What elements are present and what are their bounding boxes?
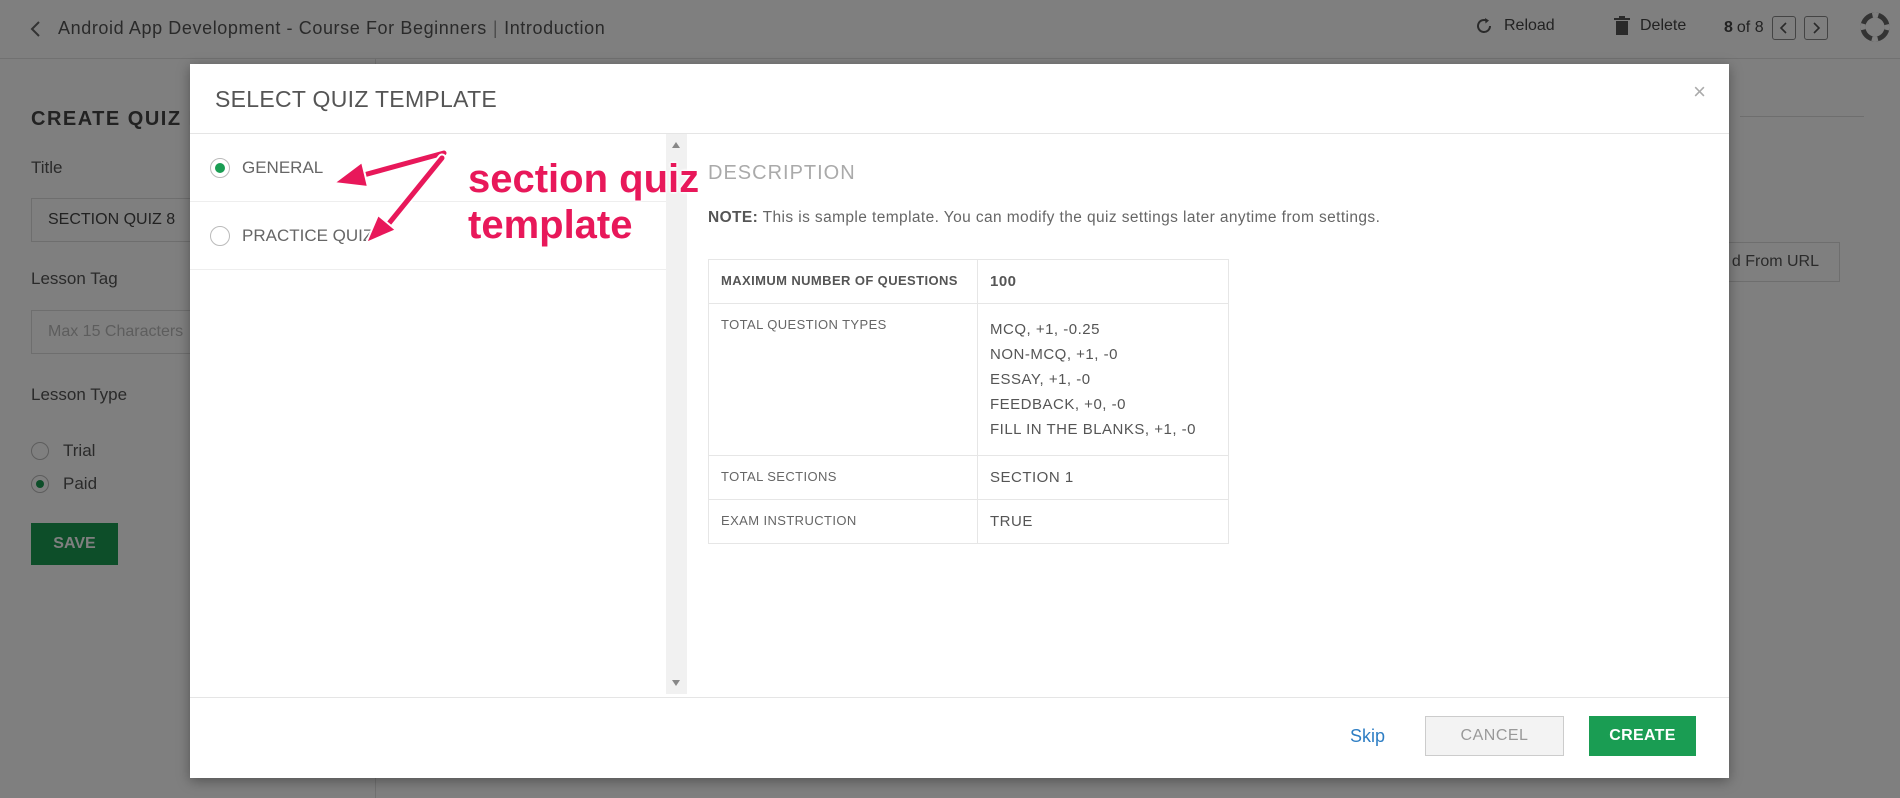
scroll-up-arrow-icon[interactable] <box>672 142 680 148</box>
setting-value: MCQ, +1, -0.25 NON-MCQ, +1, -0 ESSAY, +1… <box>977 303 1229 456</box>
scroll-down-arrow-icon[interactable] <box>672 680 680 686</box>
question-type-line: ESSAY, +1, -0 <box>990 371 1091 388</box>
cancel-button[interactable]: CANCEL <box>1425 716 1564 756</box>
create-button[interactable]: CREATE <box>1589 716 1696 756</box>
radio-selected-icon <box>210 157 230 178</box>
annotation-line-2: template <box>468 203 633 247</box>
setting-key: TOTAL QUESTION TYPES <box>708 303 978 456</box>
table-row: TOTAL QUESTION TYPES MCQ, +1, -0.25 NON-… <box>708 303 1229 456</box>
table-row: TOTAL SECTIONS SECTION 1 <box>708 455 1229 500</box>
close-icon[interactable]: × <box>1693 81 1706 103</box>
modal-title: SELECT QUIZ TEMPLATE <box>215 86 498 112</box>
modal-footer: Skip CANCEL CREATE <box>190 697 1729 779</box>
note-text: This is sample template. You can modify … <box>758 209 1381 226</box>
question-type-line: FEEDBACK, +0, -0 <box>990 396 1126 413</box>
setting-key: EXAM INSTRUCTION <box>708 499 978 544</box>
setting-value: SECTION 1 <box>977 455 1229 500</box>
template-label: GENERAL <box>242 157 324 177</box>
table-row: MAXIMUM NUMBER OF QUESTIONS 100 <box>708 259 1229 304</box>
setting-key: TOTAL SECTIONS <box>708 455 978 500</box>
template-label: PRACTICE QUIZ <box>242 225 374 245</box>
table-row: EXAM INSTRUCTION TRUE <box>708 499 1229 544</box>
skip-link[interactable]: Skip <box>1350 726 1385 747</box>
question-type-line: FILL IN THE BLANKS, +1, -0 <box>990 421 1196 438</box>
note-prefix: NOTE: <box>708 209 759 226</box>
select-quiz-template-modal: SELECT QUIZ TEMPLATE × GENERAL PRACTICE … <box>190 64 1729 778</box>
annotation-line-1: section quiz <box>468 157 700 201</box>
annotation-callout: section quiz template <box>468 156 699 248</box>
setting-value: 100 <box>977 259 1229 304</box>
description-note: NOTE: This is sample template. You can m… <box>708 209 1380 227</box>
question-type-line: MCQ, +1, -0.25 <box>990 321 1100 338</box>
question-type-line: NON-MCQ, +1, -0 <box>990 346 1118 363</box>
description-heading: DESCRIPTION <box>708 162 856 184</box>
radio-icon <box>210 225 230 246</box>
template-description: DESCRIPTION NOTE: This is sample templat… <box>708 134 1708 694</box>
modal-header: SELECT QUIZ TEMPLATE × <box>190 64 1729 134</box>
setting-key: MAXIMUM NUMBER OF QUESTIONS <box>708 259 978 304</box>
template-settings-table: MAXIMUM NUMBER OF QUESTIONS 100 TOTAL QU… <box>708 259 1229 544</box>
setting-value: TRUE <box>977 499 1229 544</box>
